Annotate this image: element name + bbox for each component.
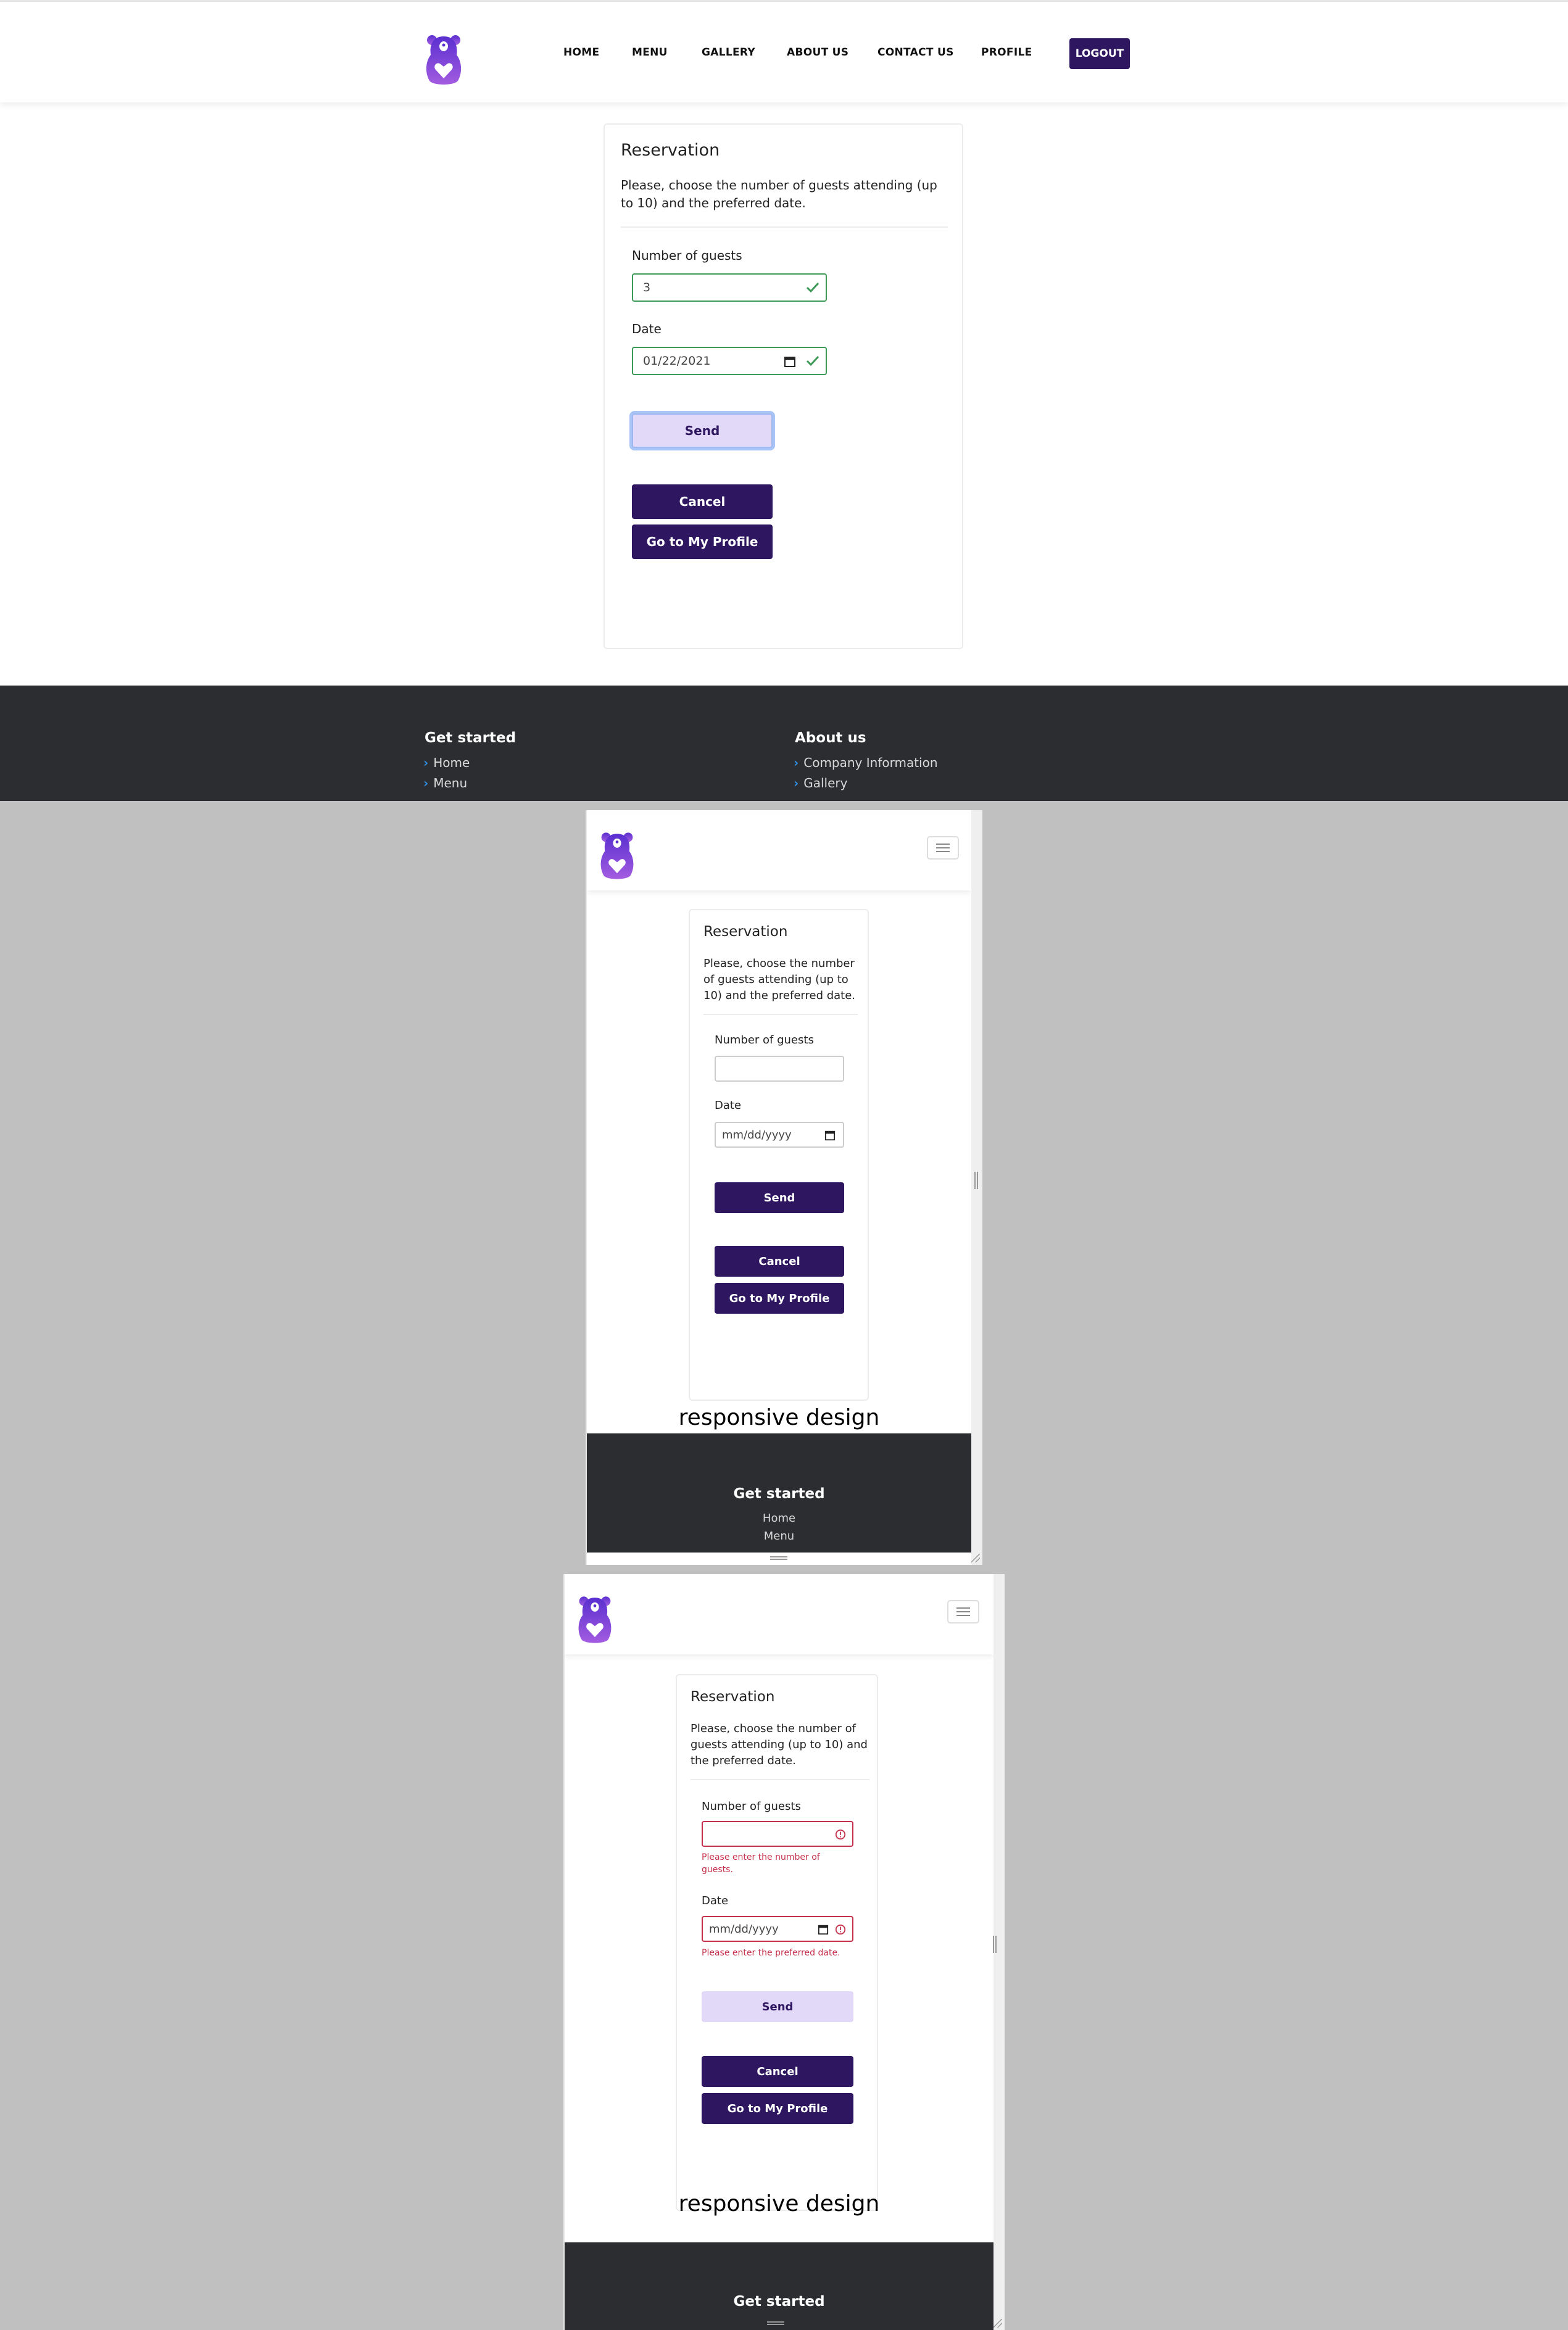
chevron-right-icon: › (423, 755, 429, 770)
resize-corner[interactable] (971, 1554, 980, 1562)
hamburger-icon[interactable] (947, 1600, 979, 1623)
nav-about-us[interactable]: ABOUT US (787, 46, 848, 59)
guests-error-message: Please enter the number of guests. (702, 1852, 820, 1875)
date-input[interactable]: 01/22/2021 (632, 347, 827, 375)
footer-link-company-label: Company Information (803, 755, 938, 770)
nav-gallery[interactable]: GALLERY (702, 46, 755, 59)
calendar-icon[interactable] (784, 355, 796, 368)
hamburger-icon[interactable] (927, 836, 959, 860)
date-label: Date (632, 321, 662, 336)
send-button[interactable]: Send (715, 1182, 844, 1213)
card-title: Reservation (621, 141, 720, 160)
divider (703, 1014, 858, 1015)
responsive-caption: responsive design (678, 1405, 880, 1430)
date-input[interactable]: mm/dd/yyyy (715, 1122, 844, 1148)
resize-handle[interactable] (974, 1172, 978, 1189)
footer-link-home[interactable]: › Home (423, 755, 470, 770)
chevron-right-icon: › (423, 776, 429, 790)
check-icon (806, 355, 819, 367)
chevron-right-icon: › (794, 755, 799, 770)
guests-input[interactable] (702, 1821, 853, 1847)
go-to-profile-button[interactable]: Go to My Profile (715, 1283, 844, 1314)
desktop-view: HOME MENU GALLERY ABOUT US CONTACT US PR… (0, 0, 1568, 801)
send-button[interactable]: Send (632, 413, 773, 448)
footer-link-gallery-label: Gallery (803, 776, 848, 790)
reservation-card: Reservation Please, choose the number of… (604, 123, 963, 649)
footer-link-menu[interactable]: Menu (587, 1530, 971, 1543)
bear-heart-logo[interactable] (598, 831, 636, 881)
resize-corner[interactable] (993, 2319, 1002, 2328)
cancel-button[interactable]: Cancel (702, 2056, 853, 2087)
cancel-button[interactable]: Cancel (715, 1246, 844, 1277)
resize-handle[interactable] (993, 1936, 997, 1953)
footer-link-company[interactable]: › Company Information (794, 755, 938, 770)
resize-handle[interactable] (767, 2321, 784, 2325)
error-icon (835, 1829, 846, 1840)
footer-get-started-heading: Get started (733, 1486, 825, 1502)
guests-label: Number of guests (632, 248, 742, 263)
go-to-profile-button[interactable]: Go to My Profile (632, 524, 773, 559)
footer-link-home[interactable]: Home (587, 1512, 971, 1525)
chevron-right-icon: › (794, 776, 799, 790)
date-input-value: 01/22/2021 (643, 354, 711, 368)
top-navbar: HOME MENU GALLERY ABOUT US CONTACT US PR… (0, 0, 1568, 102)
divider (621, 226, 948, 228)
footer-get-started-heading: Get started (425, 730, 516, 746)
date-label: Date (702, 1894, 729, 1907)
mobile-navbar (565, 1574, 993, 1654)
footer-get-started-heading: Get started (733, 2294, 825, 2310)
cancel-button[interactable]: Cancel (632, 484, 773, 519)
resize-handle[interactable] (770, 1556, 787, 1560)
go-to-profile-button[interactable]: Go to My Profile (702, 2093, 853, 2124)
guests-input[interactable]: 3 (632, 273, 827, 302)
card-description: Please, choose the number of guests atte… (703, 957, 856, 1003)
reservation-card: Reservation Please, choose the number of… (676, 1674, 878, 2211)
send-button[interactable]: Send (702, 1991, 853, 2022)
guests-input[interactable] (715, 1056, 844, 1082)
footer-link-gallery[interactable]: › Gallery (794, 776, 847, 790)
bear-heart-logo[interactable] (576, 1595, 614, 1644)
responsive-caption: responsive design (678, 2191, 880, 2216)
card-title: Reservation (691, 1689, 775, 1705)
footer: Get started › Home › Menu About us › Compan… (0, 686, 1568, 801)
footer-link-menu[interactable]: › Menu (423, 776, 467, 790)
guests-label: Number of guests (702, 1800, 801, 1813)
mobile-frame-empty: Reservation Please, choose the number of… (586, 810, 982, 1565)
calendar-icon[interactable] (824, 1130, 836, 1141)
calendar-icon[interactable] (818, 1924, 829, 1935)
mobile-navbar (587, 810, 971, 890)
card-description: Please, choose the number of guests atte… (621, 178, 937, 210)
card-description: Please, choose the number of guests atte… (691, 1722, 868, 1768)
error-icon (835, 1924, 846, 1935)
nav-menu[interactable]: MENU (632, 46, 668, 59)
footer: Get started Home Menu (587, 1433, 971, 1553)
date-placeholder: mm/dd/yyyy (709, 1922, 779, 1936)
date-placeholder: mm/dd/yyyy (722, 1128, 792, 1142)
date-label: Date (715, 1099, 742, 1112)
logout-button[interactable]: LOGOUT (1069, 38, 1130, 69)
footer-about-heading: About us (795, 730, 866, 746)
date-input[interactable]: mm/dd/yyyy (702, 1916, 853, 1942)
reservation-card: Reservation Please, choose the number of… (689, 909, 869, 1401)
nav-home[interactable]: HOME (563, 46, 599, 59)
footer-link-home-label: Home (433, 755, 470, 770)
date-error-message: Please enter the preferred date. (702, 1948, 840, 1958)
card-title: Reservation (703, 924, 788, 940)
nav-profile[interactable]: PROFILE (981, 46, 1032, 59)
divider (691, 1779, 869, 1780)
footer-link-menu-label: Menu (433, 776, 468, 790)
check-icon (806, 282, 819, 293)
nav-contact-us[interactable]: CONTACT US (877, 46, 954, 59)
mobile-frame-invalid: Reservation Please, choose the number of… (563, 1574, 1005, 2330)
guests-input-value: 3 (643, 281, 651, 294)
footer: Get started (565, 2242, 993, 2330)
guests-label: Number of guests (715, 1034, 814, 1047)
bear-heart-logo[interactable] (423, 34, 464, 86)
